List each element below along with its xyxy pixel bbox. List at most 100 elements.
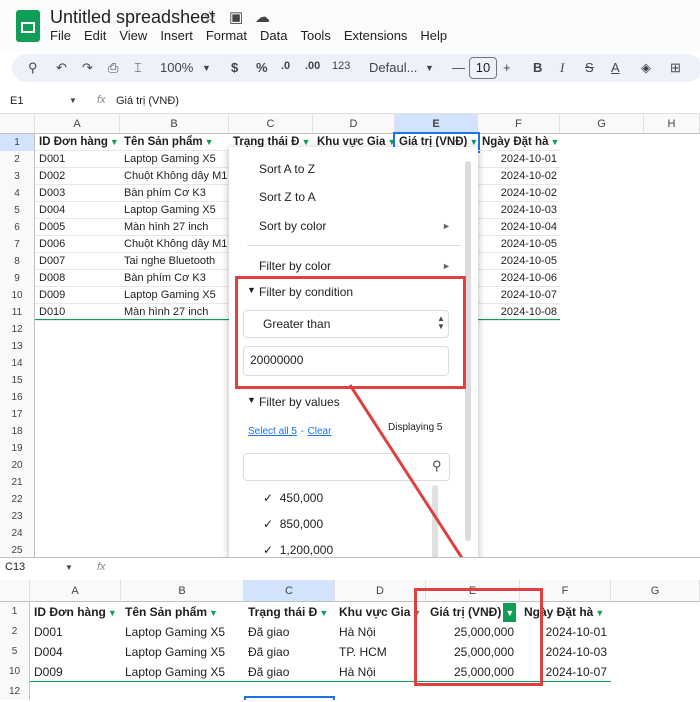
star-icon[interactable]: ☆ <box>203 8 216 26</box>
clear-link[interactable]: Clear <box>308 426 332 437</box>
header-cell[interactable]: Khu vực Gia▼ <box>335 602 426 622</box>
filter-icon[interactable]: ▼ <box>205 134 214 150</box>
cell[interactable]: Đã giao <box>244 642 335 662</box>
header-cell[interactable]: ID Đơn hàng ▼ <box>35 134 120 151</box>
formula-input[interactable]: Giá trị (VNĐ) <box>116 95 179 107</box>
filter-icon[interactable]: ▼ <box>110 134 119 150</box>
header-cell[interactable]: Tên Sản phẩm ▼ <box>120 134 229 151</box>
name-box[interactable]: E1 <box>10 95 23 107</box>
sort-a-to-z[interactable]: Sort A to Z <box>259 162 315 176</box>
cell[interactable]: D005 <box>35 219 120 236</box>
expand-triangle-icon[interactable]: ▼ <box>247 395 256 405</box>
font-select[interactable]: Defaul... <box>369 60 417 75</box>
cell[interactable]: Laptop Gaming X5 <box>121 622 244 642</box>
cell[interactable]: D004 <box>30 642 121 662</box>
name-box-chevron-icon[interactable]: ▼ <box>65 563 73 572</box>
menu-edit[interactable]: Edit <box>84 28 106 43</box>
header-cell[interactable]: Tên Sản phẩm ▼ <box>121 602 244 622</box>
row-number[interactable]: 11 <box>0 304 35 321</box>
text-color-button[interactable]: A <box>611 60 620 75</box>
column-header-a[interactable]: A <box>30 580 121 602</box>
row-number[interactable]: 23 <box>0 508 35 525</box>
menu-view[interactable]: View <box>119 28 147 43</box>
value-item[interactable]: ✓ 1,200,000 <box>263 543 333 557</box>
sort-z-to-a[interactable]: Sort Z to A <box>259 190 316 204</box>
cell[interactable]: 2024-10-07 <box>478 287 560 304</box>
value-item[interactable]: ✓ 450,000 <box>263 491 323 505</box>
cell[interactable]: Màn hình 27 inch <box>120 219 229 236</box>
column-header-d[interactable]: D <box>313 114 395 134</box>
cell[interactable]: Laptop Gaming X5 <box>121 642 244 662</box>
document-title[interactable]: Untitled spreadsheet <box>50 7 215 28</box>
row-number[interactable]: 5 <box>0 202 35 219</box>
menu-help[interactable]: Help <box>420 28 447 43</box>
row-number[interactable]: 12 <box>0 321 35 338</box>
decrease-decimal-button[interactable]: .0 <box>281 60 290 72</box>
column-header-c[interactable]: C <box>244 580 335 602</box>
move-folder-icon[interactable]: ▣ <box>229 8 243 26</box>
zoom-select[interactable]: 100% <box>160 60 193 75</box>
font-size-input[interactable]: 10 <box>469 57 497 79</box>
filter-by-values-toggle[interactable]: Filter by values <box>259 395 340 409</box>
cell[interactable]: Đã giao <box>244 662 335 682</box>
cell[interactable]: Hà Nội <box>335 662 426 682</box>
cell[interactable]: Đã giao <box>244 622 335 642</box>
column-header-c[interactable]: C <box>229 114 313 134</box>
row-number[interactable]: 14 <box>0 355 35 372</box>
font-size-increase-button[interactable]: + <box>503 60 511 75</box>
header-cell[interactable]: ID Đơn hàng ▼ <box>30 602 121 622</box>
number-format-button[interactable]: 123 <box>332 60 350 72</box>
row-number[interactable]: 24 <box>0 525 35 542</box>
column-header-g[interactable]: G <box>611 580 700 602</box>
column-header-d[interactable]: D <box>335 580 426 602</box>
value-item[interactable]: ✓ 850,000 <box>263 517 323 531</box>
cell[interactable]: Chuột Không dây M1 <box>120 236 229 253</box>
row-number[interactable]: 3 <box>0 168 35 185</box>
row-number[interactable]: 17 <box>0 406 35 423</box>
undo-icon[interactable]: ↶ <box>56 60 67 76</box>
row-number[interactable]: 20 <box>0 457 35 474</box>
row-number[interactable]: 19 <box>0 440 35 457</box>
row-number[interactable]: 1 <box>0 134 35 151</box>
cell[interactable]: Laptop Gaming X5 <box>120 287 229 304</box>
row-number[interactable]: 7 <box>0 236 35 253</box>
header-cell[interactable]: Trạng thái Đ ▼ <box>244 602 335 622</box>
fill-color-icon[interactable]: ◈ <box>641 60 651 76</box>
cell[interactable]: Bàn phím Cơ K3 <box>120 185 229 202</box>
row-number[interactable]: 2 <box>0 151 35 168</box>
print-icon[interactable]: ⎙ <box>108 60 118 76</box>
row-number[interactable]: 22 <box>0 491 35 508</box>
menu-data[interactable]: Data <box>260 28 287 43</box>
row-number[interactable]: 9 <box>0 270 35 287</box>
filter-by-color[interactable]: Filter by color <box>259 259 331 273</box>
row-number[interactable]: 21 <box>0 474 35 491</box>
menu-tools[interactable]: Tools <box>300 28 330 43</box>
cell[interactable]: D008 <box>35 270 120 287</box>
name-box[interactable]: C13 <box>5 561 25 573</box>
filter-icon[interactable]: ▼ <box>550 134 559 150</box>
row-number[interactable]: 15 <box>0 372 35 389</box>
cell[interactable]: D006 <box>35 236 120 253</box>
row-number[interactable]: 6 <box>0 219 35 236</box>
cell[interactable]: Chuột Không dây M1 <box>120 168 229 185</box>
cell[interactable]: Tai nghe Bluetooth <box>120 253 229 270</box>
bold-button[interactable]: B <box>533 60 542 75</box>
menu-extensions[interactable]: Extensions <box>344 28 408 43</box>
name-box-chevron-icon[interactable]: ▼ <box>69 96 77 105</box>
cell[interactable]: D009 <box>35 287 120 304</box>
column-header-e[interactable]: E <box>395 114 478 134</box>
column-header-f[interactable]: F <box>478 114 560 134</box>
cell[interactable]: Laptop Gaming X5 <box>120 151 229 168</box>
cell[interactable]: 2024-10-02 <box>478 185 560 202</box>
row-number[interactable]: 18 <box>0 423 35 440</box>
cell[interactable]: 2024-10-04 <box>478 219 560 236</box>
font-chevron-icon[interactable]: ▼ <box>425 63 434 73</box>
borders-icon[interactable]: ⊞ <box>670 60 681 76</box>
select-all-corner[interactable] <box>0 114 35 134</box>
cell[interactable]: 2024-10-05 <box>478 253 560 270</box>
cloud-status-icon[interactable]: ☁ <box>255 8 270 26</box>
cell[interactable]: 2024-10-01 <box>478 151 560 168</box>
row-number[interactable]: 2 <box>0 622 30 642</box>
header-cell[interactable]: Ngày Đặt hà ▼ <box>478 134 560 151</box>
select-all-corner[interactable] <box>0 580 30 602</box>
